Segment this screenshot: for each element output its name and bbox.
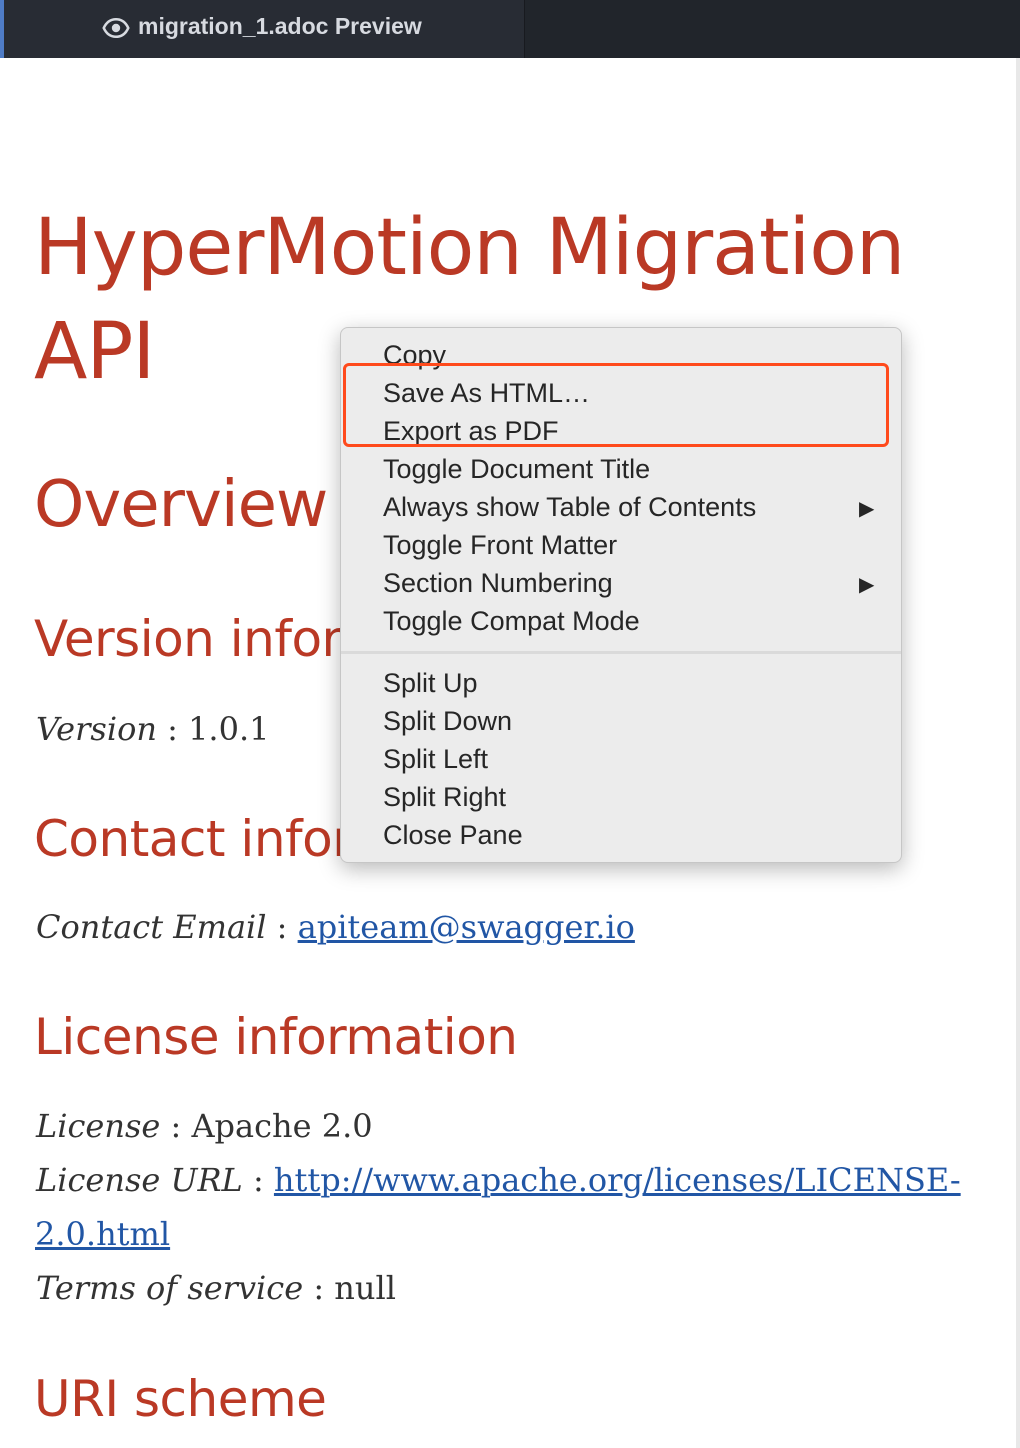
menu-item-toggle-compat-mode[interactable]: Toggle Compat Mode [383, 606, 640, 637]
menu-separator [341, 651, 901, 654]
menu-item-split-right[interactable]: Split Right [383, 782, 506, 813]
contact-sep: : [266, 908, 298, 946]
version-value: : 1.0.1 [156, 710, 270, 748]
tab-preview[interactable]: migration_1.adoc Preview [4, 0, 525, 58]
menu-item-split-left[interactable]: Split Left [383, 744, 488, 775]
menu-item-toggle-front-matter[interactable]: Toggle Front Matter [383, 530, 617, 561]
tab-bar: migration_1.adoc Preview [0, 0, 1020, 58]
tos-label: Terms of service [36, 1269, 304, 1307]
tos-paragraph: Terms of service : null [36, 1269, 396, 1307]
menu-item-split-down[interactable]: Split Down [383, 706, 512, 737]
contact-heading: Contact infor [34, 810, 353, 868]
uri-scheme-heading: URI scheme [34, 1370, 327, 1428]
license-url-sep: : [242, 1161, 274, 1199]
title-line-1: HyperMotion Migration [34, 203, 905, 293]
license-url-label: License URL [36, 1161, 243, 1199]
license-url-continued: 2.0.html [35, 1215, 170, 1253]
version-label: Version [36, 710, 157, 748]
license-paragraph: License : Apache 2.0 [36, 1107, 373, 1145]
pane-border [1016, 58, 1020, 1448]
menu-item-toggle-document-title[interactable]: Toggle Document Title [383, 454, 650, 485]
highlight-box [343, 363, 889, 447]
version-paragraph: Version : 1.0.1 [36, 710, 269, 748]
overview-heading: Overview [34, 468, 328, 542]
menu-item-split-up[interactable]: Split Up [383, 668, 478, 699]
eye-icon [102, 17, 130, 39]
license-label: License [36, 1107, 161, 1145]
tab-title: migration_1.adoc Preview [138, 13, 422, 39]
menu-item-always-show-toc[interactable]: Always show Table of Contents [383, 492, 756, 523]
version-heading: Version infor [34, 610, 342, 668]
license-url-paragraph: License URL : http://www.apache.org/lice… [36, 1161, 961, 1199]
license-value: : Apache 2.0 [160, 1107, 373, 1145]
submenu-arrow-icon: ▶ [859, 498, 875, 520]
license-heading: License information [34, 1008, 518, 1066]
license-url-link-continued[interactable]: 2.0.html [35, 1215, 170, 1253]
contact-label: Contact Email [36, 908, 267, 946]
contact-email-link[interactable]: apiteam@swagger.io [298, 908, 635, 946]
tos-value: : null [303, 1269, 396, 1307]
menu-item-section-numbering[interactable]: Section Numbering [383, 568, 613, 599]
license-url-link[interactable]: http://www.apache.org/licenses/LICENSE- [274, 1161, 961, 1199]
title-line-2: API [34, 307, 155, 397]
submenu-arrow-icon: ▶ [859, 574, 875, 596]
menu-item-close-pane[interactable]: Close Pane [383, 820, 523, 851]
contact-paragraph: Contact Email : apiteam@swagger.io [36, 908, 635, 946]
